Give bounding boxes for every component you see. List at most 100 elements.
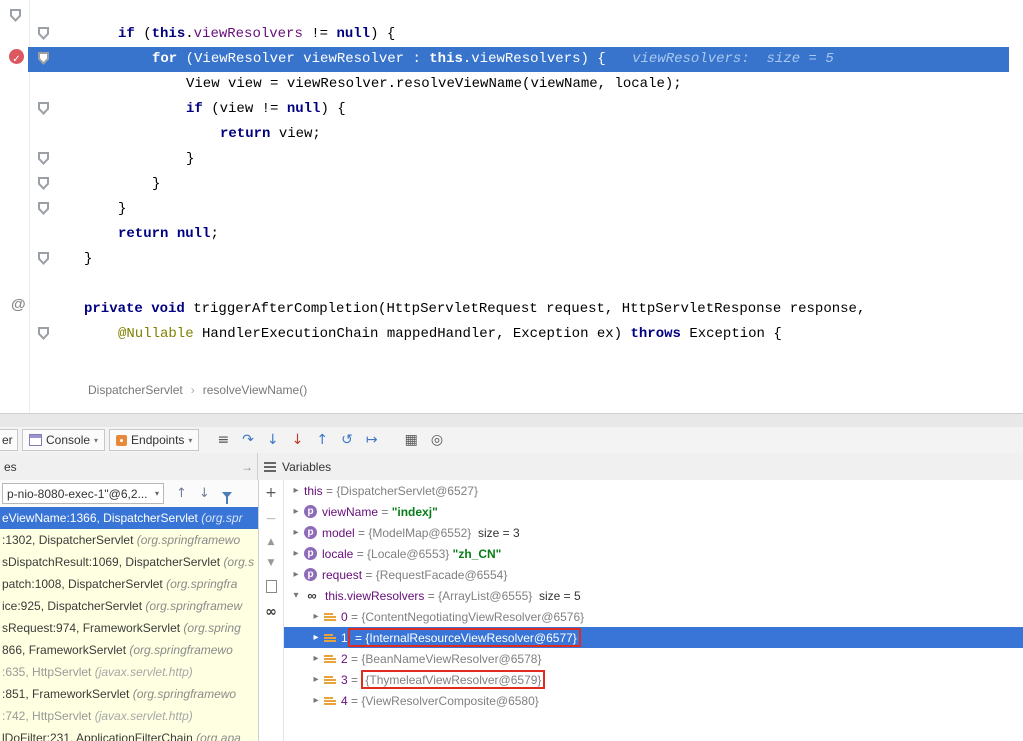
bookmark-icon[interactable]	[10, 9, 21, 22]
fold-tag-icon[interactable]	[38, 252, 49, 265]
code-line[interactable]: }	[28, 147, 1009, 172]
fold-tag-icon[interactable]	[38, 27, 49, 40]
fold-tag-icon[interactable]	[38, 177, 49, 190]
code-token: }	[186, 151, 194, 167]
code-line[interactable]: View view = viewResolver.resolveViewName…	[28, 72, 1009, 97]
code-editor[interactable]: if (this.viewResolvers != null) {for (Vi…	[28, 22, 1009, 347]
variable-row[interactable]: ▸plocale = {Locale@6553} "zh_CN"	[284, 543, 1023, 564]
frame-row[interactable]: :1302, DispatcherServlet (org.springfram…	[0, 529, 258, 551]
tab-debugger-fragment[interactable]: er	[0, 429, 18, 451]
scroll-up-icon[interactable]: ▲	[268, 538, 275, 547]
code-line[interactable]: if (view != null) {	[28, 97, 1009, 122]
code-token: (view !=	[203, 101, 287, 117]
remove-watch-icon[interactable]: −	[265, 512, 277, 526]
drop-frame-icon[interactable]: ↺	[341, 432, 353, 448]
frame-row[interactable]: eViewName:1366, DispatcherServlet (org.s…	[0, 507, 258, 529]
fold-tag-icon[interactable]	[38, 202, 49, 215]
next-frame-icon[interactable]: ↓	[199, 486, 210, 501]
chevron-right-icon[interactable]: ▸	[288, 506, 304, 517]
pin-icon[interactable]: →	[241, 460, 253, 474]
menu-icon[interactable]	[264, 462, 276, 472]
frame-row[interactable]: sDispatchResult:1069, DispatcherServlet …	[0, 551, 258, 573]
variable-row[interactable]: ▸this = {DispatcherServlet@6527}	[284, 480, 1023, 501]
variable-row[interactable]: ▸pviewName = "indexj"	[284, 501, 1023, 522]
frame-row[interactable]: :742, HttpServlet (javax.servlet.http)	[0, 705, 258, 727]
variables-tree: ▸this = {DispatcherServlet@6527}▸pviewNa…	[284, 480, 1023, 741]
variable-row[interactable]: ▾∞this.viewResolvers = {ArrayList@6555} …	[284, 585, 1023, 606]
layout-menu-icon[interactable]: ≡	[217, 432, 229, 448]
code-line[interactable]: @Nullable HandlerExecutionChain mappedHa…	[28, 322, 1009, 347]
chevron-right-icon[interactable]: ▸	[308, 653, 324, 664]
variable-row[interactable]: ▸4 = {ViewResolverComposite@6580}	[284, 690, 1023, 711]
frame-row[interactable]: lDoFilter:231, ApplicationFilterChain (o…	[0, 727, 258, 741]
frame-row[interactable]: :635, HttpServlet (javax.servlet.http)	[0, 661, 258, 683]
mute-breakpoints-icon[interactable]: ◎	[431, 432, 443, 448]
code-token	[143, 301, 151, 317]
add-watch-icon[interactable]: +	[265, 486, 277, 500]
variable-value: {RequestFacade@6554}	[376, 568, 508, 582]
variable-value: {BeanNameViewResolver@6578}	[361, 652, 541, 666]
code-line[interactable]: if (this.viewResolvers != null) {	[28, 22, 1009, 47]
breakpoint-icon[interactable]: ✓	[9, 49, 24, 64]
breadcrumb-method[interactable]: resolveViewName()	[203, 383, 307, 397]
step-over-icon[interactable]: ↷	[242, 432, 254, 448]
variable-row[interactable]: ▸prequest = {RequestFacade@6554}	[284, 564, 1023, 585]
frame-row[interactable]: :851, FrameworkServlet (org.springframew…	[0, 683, 258, 705]
fold-tag-icon[interactable]	[38, 102, 49, 115]
thread-selector[interactable]: p-nio-8080-exec-1"@6,2... ▾	[2, 483, 164, 504]
code-line[interactable]: }	[28, 172, 1009, 197]
chevron-right-icon[interactable]: ▸	[288, 527, 304, 538]
copy-icon[interactable]	[266, 580, 277, 593]
chevron-right-icon[interactable]: ▸	[308, 674, 324, 685]
frame-row[interactable]: ice:925, DispatcherServlet (org.springfr…	[0, 595, 258, 617]
fold-tag-icon[interactable]	[38, 152, 49, 165]
breadcrumb-class[interactable]: DispatcherServlet	[88, 383, 183, 397]
view-breakpoints-icon[interactable]: ▦	[405, 432, 418, 448]
debug-action-icons: ≡ ↷ ↓ ↓ ↑ ↺ ↦ ▦ ◎	[217, 432, 443, 448]
step-into-icon[interactable]: ↓	[267, 432, 279, 448]
code-token: if	[186, 101, 203, 117]
tab-console[interactable]: Console ▾	[22, 429, 105, 451]
filter-icon[interactable]	[222, 492, 232, 498]
scroll-down-icon[interactable]: ▼	[268, 559, 275, 568]
chevron-right-icon[interactable]: ▸	[288, 485, 304, 496]
code-line[interactable]: }	[28, 197, 1009, 222]
variable-row[interactable]: ▸2 = {BeanNameViewResolver@6578}	[284, 648, 1023, 669]
run-to-cursor-icon[interactable]: ↦	[366, 432, 378, 448]
fold-tag-icon[interactable]	[38, 52, 49, 65]
chevron-right-icon[interactable]: ▸	[288, 569, 304, 580]
chevron-right-icon[interactable]: ▸	[288, 548, 304, 559]
variable-row[interactable]: ▸3 = {ThymeleafViewResolver@6579}	[284, 669, 1023, 690]
force-step-into-icon[interactable]: ↓	[292, 432, 304, 448]
code-line[interactable]: return null;	[28, 222, 1009, 247]
show-watches-icon[interactable]: ∞	[265, 605, 277, 619]
code-line[interactable]	[28, 272, 1009, 297]
step-out-icon[interactable]: ↑	[316, 432, 328, 448]
previous-frame-icon[interactable]: ↑	[176, 486, 187, 501]
variable-row[interactable]: ▸pmodel = {ModelMap@6552} size = 3	[284, 522, 1023, 543]
chevron-right-icon[interactable]: ▸	[308, 611, 324, 622]
chevron-down-icon[interactable]: ▾	[288, 590, 304, 601]
variable-row[interactable]: ▸1 = {InternalResourceViewResolver@6577}	[284, 627, 1023, 648]
ide-debug-window: ✓ @ if (this.viewResolvers != null) {for…	[0, 0, 1023, 741]
tab-endpoints[interactable]: Endpoints ▾	[109, 429, 199, 451]
code-line[interactable]: }	[28, 247, 1009, 272]
chevron-down-icon[interactable]: ▾	[94, 436, 98, 445]
chevron-right-icon[interactable]: ▸	[308, 695, 324, 706]
frame-row[interactable]: sRequest:974, FrameworkServlet (org.spri…	[0, 617, 258, 639]
frames-header-label: es	[4, 460, 17, 474]
variable-name: viewName	[322, 505, 378, 519]
code-line[interactable]: private void triggerAfterCompletion(Http…	[28, 297, 1009, 322]
variable-value: {ArrayList@6555}	[438, 589, 532, 603]
tool-window-headers: es → Variables	[0, 453, 1023, 481]
code-line[interactable]: for (ViewResolver viewResolver : this.vi…	[28, 47, 1009, 72]
variable-row[interactable]: ▸0 = {ContentNegotiatingViewResolver@657…	[284, 606, 1023, 627]
chevron-right-icon[interactable]: ▸	[308, 632, 324, 643]
fold-tag-icon[interactable]	[38, 327, 49, 340]
code-token: }	[152, 176, 160, 192]
frame-row[interactable]: 866, FrameworkServlet (org.springframewo	[0, 639, 258, 661]
chevron-down-icon[interactable]: ▾	[188, 436, 192, 445]
variable-name: 1	[341, 631, 348, 645]
frame-row[interactable]: patch:1008, DispatcherServlet (org.sprin…	[0, 573, 258, 595]
code-line[interactable]: return view;	[28, 122, 1009, 147]
